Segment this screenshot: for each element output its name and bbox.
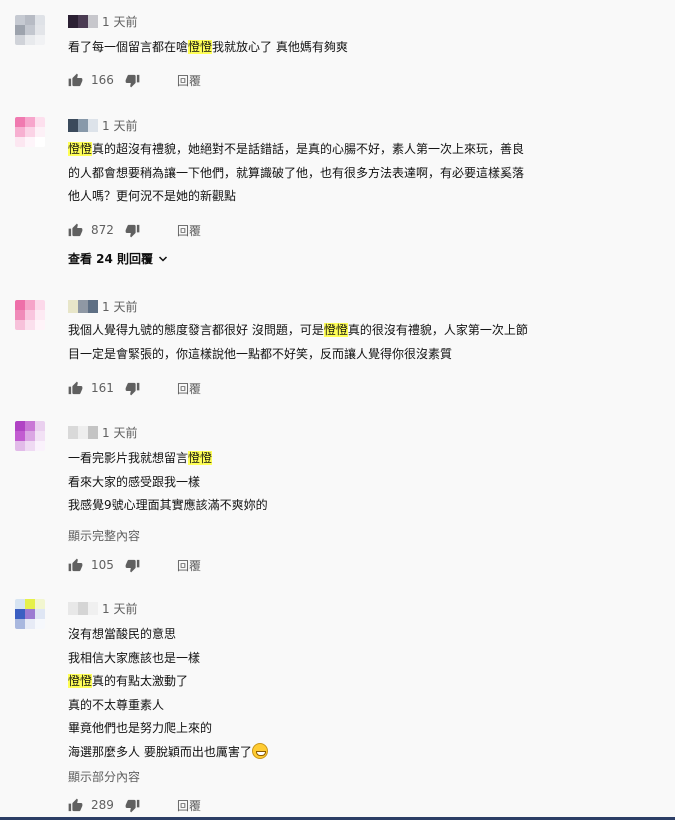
comment-text-segment: 真的有點太激動了 [92,674,189,688]
comment-timestamp[interactable]: 1 天前 [102,600,137,617]
thumbs-down-icon[interactable] [125,798,140,813]
comment-text-segment: 畢竟他們也是努力爬上來的 [68,721,213,735]
comment-line: 海選那麼多人 要脫穎而出也厲害了 [68,741,628,765]
view-replies-button[interactable]: 查看 24 則回覆 [68,250,169,267]
highlighted-keyword: 憕憕 [323,323,348,337]
comment-text: 我個人覺得九號的態度發言都很好 沒問題，可是憕憕真的很沒有禮貌，人家第一次上節目… [68,319,628,366]
reply-button[interactable]: 回覆 [177,797,201,814]
highlighted-keyword: 憕憕 [188,451,213,465]
comment-text-segment: 看了每一個留言都在嗆 [68,40,189,54]
author-name[interactable] [68,425,98,439]
comment-text-segment: 他人嗎？更何況不是她的新觀點 [68,189,237,203]
comment-line: 的人都會想要稍為讓一下他們，就算識破了他，也有很多方法表達啊，有必要這樣奚落 [68,162,628,186]
reply-button[interactable]: 回覆 [177,222,201,239]
comment-timestamp[interactable]: 1 天前 [102,13,137,30]
comment-line: 目一定是會緊張的，你這樣說他一點都不好笑，反而讓人覺得你很沒素質 [68,343,628,367]
chevron-down-icon [157,253,169,265]
comment-text-segment: 海選那麼多人 要脫穎而出也厲害了 [68,744,252,759]
comment-text-segment: 我就放心了 真他媽有夠爽 [212,40,348,54]
highlighted-keyword: 憕憕 [68,674,93,688]
comment-line: 他人嗎？更何況不是她的新觀點 [68,185,628,209]
comment-actions: 105 回覆 [68,557,201,573]
comment-line: 畢竟他們也是努力爬上來的 [68,717,628,741]
comment-text: 憕憕真的超沒有禮貌，她絕對不是話錯話，是真的心腸不好，素人第一次上來玩，善良的人… [68,138,628,209]
comment-line: 看了每一個留言都在嗆憕憕我就放心了 真他媽有夠爽 [68,36,628,60]
comment-timestamp[interactable]: 1 天前 [102,117,137,134]
comment-actions: 872 回覆 [68,222,201,238]
comment-line: 我個人覺得九號的態度發言都很好 沒問題，可是憕憕真的很沒有禮貌，人家第一次上節 [68,319,628,343]
author-name[interactable] [68,299,98,313]
thumbs-down-icon[interactable] [125,73,140,88]
comment-text-segment: 真的很沒有禮貌，人家第一次上節 [347,323,528,337]
like-count: 289 [91,798,114,812]
comment-text-segment: 真的不太尊重素人 [68,697,165,712]
show-less-button[interactable]: 顯示部分內容 [68,768,140,785]
highlighted-keyword: 憕憕 [68,142,93,156]
comment-line: 我相信大家應該也是一樣 [68,647,628,671]
author-name[interactable] [68,14,98,28]
thumbs-up-icon[interactable] [68,223,83,238]
like-count: 161 [91,381,114,395]
comment-text-segment: 我相信大家應該也是一樣 [68,650,201,665]
thumbs-down-icon[interactable] [125,223,140,238]
highlighted-keyword: 憕憕 [188,40,213,54]
comment-text-segment: 看來大家的感受跟我一樣 [68,474,201,489]
comment-actions: 166 回覆 [68,72,201,88]
comment-timestamp[interactable]: 1 天前 [102,298,137,315]
comment-text-segment: 目一定是會緊張的，你這樣說他一點都不好笑，反而讓人覺得你很沒素質 [68,346,453,361]
grinning-sweat-emoji [251,742,268,759]
comment-line: 沒有想當酸民的意思 [68,623,628,647]
comment-text: 一看完影片我就想留言憕憕看來大家的感受跟我一樣我感覺9號心理面其實應該滿不爽妳的 [68,447,628,518]
reply-button[interactable]: 回覆 [177,72,201,89]
comment-text-segment: 的人都會想要稍為讓一下他們，就算識破了他，也有很多方法表達啊，有必要這樣奚落 [68,165,525,180]
reply-button[interactable]: 回覆 [177,557,201,574]
comment-text: 看了每一個留言都在嗆憕憕我就放心了 真他媽有夠爽 [68,36,628,60]
comment-text-segment: 我感覺9號心理面其實應該滿不爽妳的 [68,498,268,512]
comment-actions: 289 回覆 [68,797,201,813]
comment-line: 我感覺9號心理面其實應該滿不爽妳的 [68,494,628,518]
avatar[interactable] [15,599,45,629]
thumbs-up-icon[interactable] [68,798,83,813]
like-count: 105 [91,558,114,572]
like-count: 872 [91,223,114,237]
comment-text-segment: 沒有想當酸民的意思 [68,627,177,641]
thumbs-up-icon[interactable] [68,381,83,396]
reply-button[interactable]: 回覆 [177,380,201,397]
thumbs-up-icon[interactable] [68,558,83,573]
comment-text: 沒有想當酸民的意思 我相信大家應該也是一樣 憕憕真的有點太激動了 真的不太尊重素人 畢竟… [68,623,628,764]
comment-line: 真的不太尊重素人 [68,694,628,718]
comment-text-segment: 真的超沒有禮貌，她絕對不是話錯話，是真的心腸不好，素人第一次上來玩，善良 [92,142,525,156]
comment-text-segment: 一看完影片我就想留言 [68,451,189,465]
comment-line: 看來大家的感受跟我一樣 [68,471,628,495]
thumbs-up-icon[interactable] [68,73,83,88]
comment-text-segment: 我個人覺得九號的態度發言都很好 沒問題，可是 [68,323,324,337]
comment-text-truncated: 一看完影片我就想留言憕憕看來大家的感受跟我一樣我感覺9號心理面其實應該滿不爽妳的 [68,447,628,518]
avatar[interactable] [15,300,45,330]
comment-line: 憕憕真的有點太激動了 [68,670,628,694]
thumbs-down-icon[interactable] [125,381,140,396]
thumbs-down-icon[interactable] [125,558,140,573]
comment-line: 憕憕真的超沒有禮貌，她絕對不是話錯話，是真的心腸不好，素人第一次上來玩，善良 [68,138,628,162]
comment-actions: 161 回覆 [68,380,201,396]
like-count: 166 [91,73,114,87]
comment-timestamp[interactable]: 1 天前 [102,424,137,441]
author-name[interactable] [68,601,98,615]
view-replies-label: 查看 24 則回覆 [68,252,154,266]
author-name[interactable] [68,118,98,132]
avatar[interactable] [15,421,45,451]
show-more-button[interactable]: 顯示完整內容 [68,527,140,544]
comment-line: 一看完影片我就想留言憕憕 [68,447,628,471]
avatar[interactable] [15,117,45,147]
avatar[interactable] [15,15,45,45]
